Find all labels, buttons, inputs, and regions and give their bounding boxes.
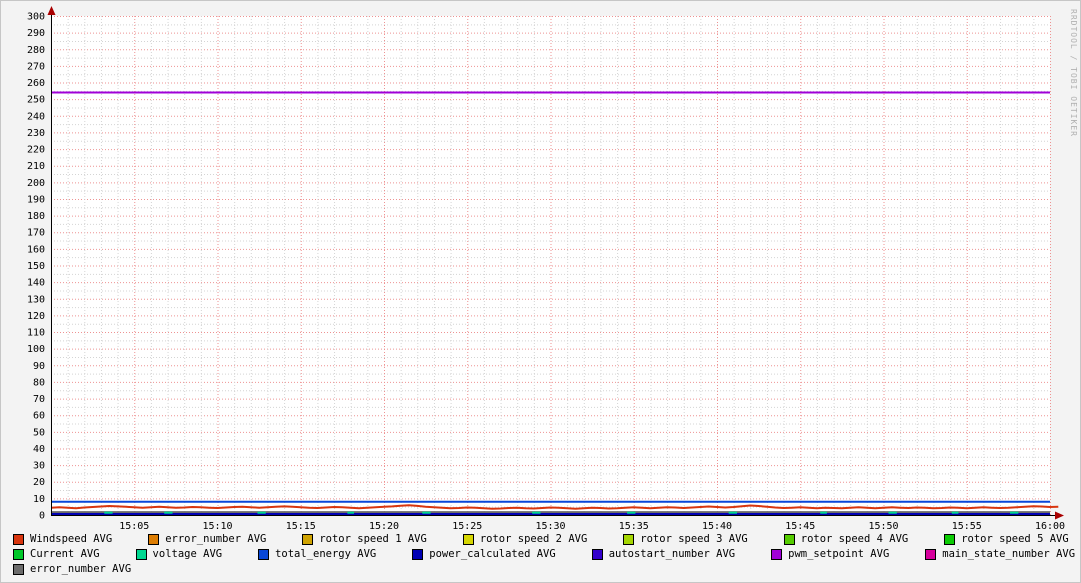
y-tick-label: 150 [27, 261, 45, 272]
y-tick-label: 140 [27, 278, 45, 289]
y-tick-label: 50 [33, 427, 45, 438]
legend-item: total_energy AVG [258, 547, 376, 561]
legend-item: Current AVG [13, 547, 100, 561]
legend-swatch [148, 534, 159, 545]
legend-label: error_number AVG [165, 532, 266, 546]
legend-label: rotor speed 3 AVG [640, 532, 747, 546]
legend-swatch [412, 549, 423, 560]
legend-swatch [944, 534, 955, 545]
legend-label: Current AVG [30, 547, 100, 561]
y-tick-label: 90 [33, 361, 45, 372]
y-tick-label: 160 [27, 244, 45, 255]
x-tick-label: 15:55 [952, 521, 982, 531]
legend-item: rotor speed 2 AVG [463, 532, 587, 546]
y-tick-label: 250 [27, 95, 45, 106]
legend-swatch [302, 534, 313, 545]
legend-swatch [771, 549, 782, 560]
legend-item: rotor speed 1 AVG [302, 532, 426, 546]
y-tick-label: 40 [33, 444, 45, 455]
legend-row: Windspeed AVG error_number AVG rotor speed… [13, 532, 1073, 546]
y-tick-label: 220 [27, 145, 45, 156]
legend-swatch [784, 534, 795, 545]
y-tick-label: 170 [27, 228, 45, 239]
legend-item: main_state_number AVG [925, 547, 1075, 561]
legend-item: autostart_number AVG [592, 547, 735, 561]
y-tick-label: 60 [33, 411, 45, 422]
x-tick-label: 15:10 [202, 521, 232, 531]
legend-item: rotor speed 3 AVG [623, 532, 747, 546]
y-tick-label: 0 [39, 511, 45, 522]
rrdtool-watermark: RRDTOOL / TOBI OETIKER [1069, 9, 1078, 137]
rrdtool-graph: 0 10 20 30 40 50 60 70 80 90 100 110 120 130 140 150 160… [0, 0, 1081, 583]
legend-label: main_state_number AVG [942, 547, 1075, 561]
legend-item: rotor speed 4 AVG [784, 532, 908, 546]
y-tick-label: 30 [33, 461, 45, 472]
legend-swatch [592, 549, 603, 560]
legend-swatch [13, 534, 24, 545]
y-tick-label: 10 [33, 494, 45, 505]
chart-legend: Windspeed AVG error_number AVG rotor speed… [13, 532, 1073, 577]
legend-swatch [136, 549, 147, 560]
legend-label: voltage AVG [153, 547, 223, 561]
legend-row: error_number AVG [13, 562, 1073, 576]
y-tick-label: 130 [27, 294, 45, 305]
y-tick-label: 70 [33, 394, 45, 405]
x-tick-label: 16:00 [1035, 521, 1065, 531]
legend-label: autostart_number AVG [609, 547, 735, 561]
y-tick-label: 180 [27, 211, 45, 222]
y-tick-label: 260 [27, 78, 45, 89]
legend-label: pwm_setpoint AVG [788, 547, 889, 561]
y-tick-label: 80 [33, 377, 45, 388]
x-tick-label: 15:45 [785, 521, 815, 531]
x-tick-label: 15:50 [868, 521, 898, 531]
x-tick-label: 15:05 [119, 521, 149, 531]
y-tick-label: 100 [27, 344, 45, 355]
y-axis-arrow [48, 6, 56, 15]
legend-label: rotor speed 1 AVG [319, 532, 426, 546]
x-tick-label: 15:40 [702, 521, 732, 531]
y-tick-label: 290 [27, 28, 45, 39]
y-tick-label: 280 [27, 45, 45, 56]
y-tick-label: 200 [27, 178, 45, 189]
legend-label: Windspeed AVG [30, 532, 112, 546]
y-tick-label: 120 [27, 311, 45, 322]
y-tick-label: 210 [27, 161, 45, 172]
legend-swatch [258, 549, 269, 560]
legend-label: power_calculated AVG [429, 547, 555, 561]
legend-label: total_energy AVG [275, 547, 376, 561]
legend-item: Windspeed AVG [13, 532, 112, 546]
y-tick-label: 240 [27, 111, 45, 122]
x-tick-label: 15:25 [452, 521, 482, 531]
x-tick-label: 15:35 [619, 521, 649, 531]
legend-swatch [925, 549, 936, 560]
y-tick-label: 110 [27, 328, 45, 339]
legend-swatch [13, 549, 24, 560]
legend-label: rotor speed 5 AVG [961, 532, 1068, 546]
legend-label: rotor speed 4 AVG [801, 532, 908, 546]
legend-label: rotor speed 2 AVG [480, 532, 587, 546]
legend-item: voltage AVG [136, 547, 223, 561]
legend-swatch [623, 534, 634, 545]
legend-row: Current AVG voltage AVG total_energy AVG po… [13, 547, 1073, 561]
legend-item: power_calculated AVG [412, 547, 555, 561]
legend-item: error_number AVG [13, 562, 131, 576]
legend-item: rotor speed 5 AVG [944, 532, 1068, 546]
x-tick-label: 15:20 [369, 521, 399, 531]
y-tick-label: 20 [33, 477, 45, 488]
legend-label: error_number AVG [30, 562, 131, 576]
legend-swatch [463, 534, 474, 545]
x-tick-label: 15:30 [535, 521, 565, 531]
y-tick-label: 300 [27, 12, 45, 23]
y-tick-label: 190 [27, 194, 45, 205]
legend-item: error_number AVG [148, 532, 266, 546]
y-tick-label: 270 [27, 61, 45, 72]
legend-item: pwm_setpoint AVG [771, 547, 889, 561]
x-axis-arrow [1055, 512, 1064, 520]
y-tick-label: 230 [27, 128, 45, 139]
x-tick-label: 15:15 [286, 521, 316, 531]
chart-canvas: 0 10 20 30 40 50 60 70 80 90 100 110 120 130 140 150 160… [1, 1, 1081, 531]
legend-swatch [13, 564, 24, 575]
